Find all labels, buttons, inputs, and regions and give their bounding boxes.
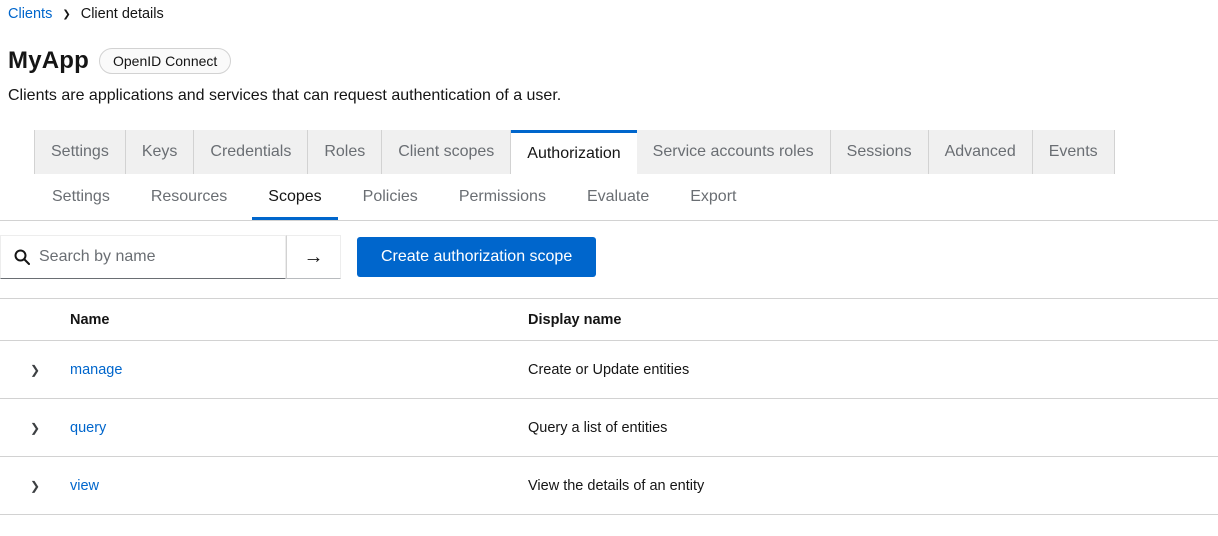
tab-settings[interactable]: Settings bbox=[34, 130, 126, 174]
protocol-badge: OpenID Connect bbox=[99, 48, 231, 74]
scope-name-link[interactable]: query bbox=[70, 420, 106, 436]
table-row: ❯ query Query a list of entities bbox=[0, 399, 1218, 457]
client-tabs: Settings Keys Credentials Roles Client s… bbox=[0, 130, 1218, 174]
tab-events[interactable]: Events bbox=[1033, 130, 1115, 174]
page-header: MyApp OpenID Connect bbox=[8, 47, 1218, 75]
row-expand-chevron-icon[interactable]: ❯ bbox=[22, 358, 48, 382]
column-header-display-name: Display name bbox=[528, 299, 1218, 341]
tab-keys[interactable]: Keys bbox=[126, 130, 195, 174]
authorization-scopes-table: Name Display name ❯ manage Create or Upd… bbox=[0, 298, 1218, 515]
table-row: ❯ manage Create or Update entities bbox=[0, 341, 1218, 399]
breadcrumb-separator-icon: ❯ bbox=[62, 8, 70, 20]
table-row: ❯ view View the details of an entity bbox=[0, 457, 1218, 515]
subtab-scopes[interactable]: Scopes bbox=[252, 174, 337, 220]
search-icon bbox=[14, 249, 30, 265]
authorization-subtabs: Settings Resources Scopes Policies Permi… bbox=[0, 174, 1218, 221]
subtab-settings[interactable]: Settings bbox=[36, 174, 126, 220]
scope-name-link[interactable]: view bbox=[70, 478, 99, 494]
scope-name-link[interactable]: manage bbox=[70, 362, 122, 378]
page-title: MyApp bbox=[8, 47, 89, 75]
column-header-name: Name bbox=[70, 299, 528, 341]
tab-sessions[interactable]: Sessions bbox=[831, 130, 929, 174]
tab-client-scopes[interactable]: Client scopes bbox=[382, 130, 511, 174]
breadcrumb-current: Client details bbox=[81, 6, 164, 22]
subtab-policies[interactable]: Policies bbox=[347, 174, 434, 220]
page-description: Clients are applications and services th… bbox=[8, 87, 1218, 105]
search-input[interactable] bbox=[39, 248, 285, 266]
tab-service-accounts-roles[interactable]: Service accounts roles bbox=[637, 130, 831, 174]
tab-advanced[interactable]: Advanced bbox=[929, 130, 1033, 174]
search-group: → bbox=[0, 235, 341, 279]
scope-display-name: Query a list of entities bbox=[528, 399, 1218, 457]
tab-credentials[interactable]: Credentials bbox=[194, 130, 308, 174]
subtab-evaluate[interactable]: Evaluate bbox=[571, 174, 665, 220]
breadcrumb-link-clients[interactable]: Clients bbox=[8, 6, 52, 22]
subtab-permissions[interactable]: Permissions bbox=[443, 174, 562, 220]
scope-display-name: View the details of an entity bbox=[528, 457, 1218, 515]
search-box bbox=[0, 235, 286, 279]
breadcrumb: Clients ❯ Client details bbox=[8, 6, 1218, 22]
subtab-export[interactable]: Export bbox=[674, 174, 752, 220]
client-details-page: Clients ❯ Client details MyApp OpenID Co… bbox=[0, 0, 1218, 536]
scopes-toolbar: → Create authorization scope bbox=[0, 235, 1218, 279]
search-submit-button[interactable]: → bbox=[286, 235, 341, 279]
row-expand-chevron-icon[interactable]: ❯ bbox=[22, 474, 48, 498]
create-authorization-scope-button[interactable]: Create authorization scope bbox=[357, 237, 596, 277]
table-header-row: Name Display name bbox=[0, 299, 1218, 341]
expand-column-header bbox=[0, 299, 70, 341]
row-expand-chevron-icon[interactable]: ❯ bbox=[22, 416, 48, 440]
tab-roles[interactable]: Roles bbox=[308, 130, 382, 174]
tab-authorization[interactable]: Authorization bbox=[511, 130, 636, 174]
scope-display-name: Create or Update entities bbox=[528, 341, 1218, 399]
subtab-resources[interactable]: Resources bbox=[135, 174, 243, 220]
